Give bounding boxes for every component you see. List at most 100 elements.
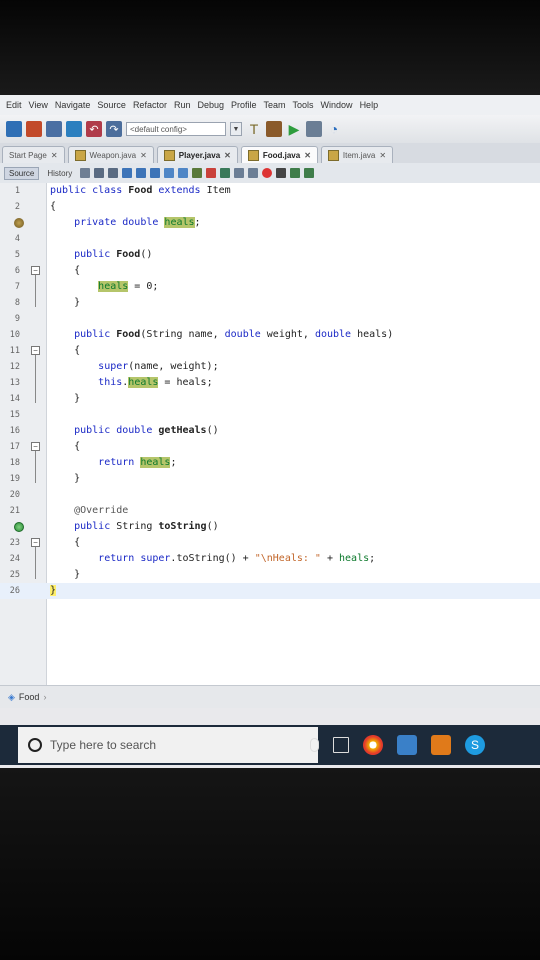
- menu-refactor[interactable]: Refactor: [133, 100, 167, 110]
- code-line: 14 }: [0, 391, 540, 407]
- tab-weapon-java[interactable]: Weapon.java ✕: [67, 146, 154, 163]
- code-line: 19 }: [0, 471, 540, 487]
- shift-right-icon[interactable]: [248, 168, 259, 178]
- run-icon[interactable]: ▶: [286, 121, 302, 137]
- skype-icon[interactable]: S: [465, 735, 485, 755]
- last-edit-icon[interactable]: [80, 168, 91, 178]
- menu-profile[interactable]: Profile: [231, 100, 257, 110]
- forward-icon[interactable]: [108, 168, 119, 178]
- menu-navigate[interactable]: Navigate: [55, 100, 91, 110]
- menu-help[interactable]: Help: [360, 100, 379, 110]
- line-number: 21: [9, 506, 20, 516]
- uncomment-icon[interactable]: [304, 168, 315, 178]
- close-icon[interactable]: ✕: [140, 151, 147, 160]
- redo-icon[interactable]: ↷: [106, 121, 122, 137]
- tab-food-java[interactable]: Food.java ✕: [240, 146, 318, 163]
- code-line: 6 − {: [0, 263, 540, 279]
- profile-icon[interactable]: ◔: [326, 121, 342, 137]
- line-number: 18: [9, 458, 20, 468]
- tab-start-page[interactable]: Start Page ✕: [2, 146, 65, 163]
- back-icon[interactable]: [94, 168, 105, 178]
- menu-run[interactable]: Run: [174, 100, 191, 110]
- find-next-icon[interactable]: [150, 168, 161, 178]
- taskbar-search[interactable]: Type here to search: [18, 727, 318, 763]
- code-line-current: 26 }: [0, 583, 540, 599]
- save-all-icon[interactable]: [66, 121, 82, 137]
- fold-toggle-icon[interactable]: −: [31, 346, 40, 355]
- editor-tabs: Start Page ✕ Weapon.java ✕ Player.java ✕…: [0, 143, 540, 163]
- code-line: 9: [0, 311, 540, 327]
- undo-icon[interactable]: ↶: [86, 121, 102, 137]
- history-view-button[interactable]: History: [43, 168, 76, 179]
- next-bookmark-icon[interactable]: [206, 168, 217, 178]
- tab-player-java[interactable]: Player.java ✕: [156, 146, 238, 163]
- line-number: 26: [9, 586, 20, 596]
- tab-label: Food.java: [262, 150, 301, 160]
- microphone-icon[interactable]: [310, 738, 319, 752]
- toggle-bookmark-icon[interactable]: [220, 168, 231, 178]
- stop-macro-icon[interactable]: [276, 168, 287, 178]
- code-text: }: [50, 585, 57, 596]
- new-project-icon[interactable]: [6, 121, 22, 137]
- menu-window[interactable]: Window: [321, 100, 353, 110]
- hammer-icon[interactable]: T: [246, 121, 262, 137]
- fold-toggle-icon[interactable]: −: [31, 266, 40, 275]
- class-icon: ◈: [8, 691, 15, 702]
- tab-item-java[interactable]: Item.java ✕: [320, 146, 394, 163]
- override-glyph-icon[interactable]: [14, 522, 24, 532]
- shift-left-icon[interactable]: [234, 168, 245, 178]
- line-number: 10: [9, 330, 20, 340]
- code-line: 8 }: [0, 295, 540, 311]
- code-text: public Food(String name, double weight, …: [74, 329, 394, 340]
- record-macro-icon[interactable]: [262, 168, 273, 178]
- menu-team[interactable]: Team: [264, 100, 286, 110]
- open-project-icon[interactable]: [46, 121, 62, 137]
- fold-toggle-icon[interactable]: −: [31, 442, 40, 451]
- code-line: 24 return super.toString() + "\nHeals: "…: [0, 551, 540, 567]
- line-number: 16: [9, 426, 20, 436]
- breadcrumb-item[interactable]: Food: [19, 692, 40, 702]
- close-icon[interactable]: ✕: [304, 151, 311, 160]
- cortana-icon[interactable]: [28, 738, 42, 752]
- code-line: 13 this.heals = heals;: [0, 375, 540, 391]
- menu-bar: Edit View Navigate Source Refactor Run D…: [0, 95, 540, 115]
- toggle-highlight-icon[interactable]: [164, 168, 175, 178]
- find-icon[interactable]: [122, 168, 133, 178]
- file-explorer-icon[interactable]: [397, 735, 417, 755]
- search-placeholder: Type here to search: [50, 738, 157, 752]
- menu-debug[interactable]: Debug: [197, 100, 224, 110]
- chevron-down-icon[interactable]: ▼: [230, 122, 242, 136]
- line-number: 6: [14, 266, 20, 276]
- new-file-icon[interactable]: [26, 121, 42, 137]
- debug-icon[interactable]: [306, 121, 322, 137]
- code-editor[interactable]: 1 public class Food extends Item 2 { pri…: [0, 183, 540, 703]
- menu-source[interactable]: Source: [97, 100, 126, 110]
- source-view-button[interactable]: Source: [4, 166, 40, 180]
- code-text: this.heals = heals;: [98, 377, 213, 388]
- menu-edit[interactable]: Edit: [6, 100, 22, 110]
- code-line: 17 − {: [0, 439, 540, 455]
- fold-toggle-icon[interactable]: −: [31, 538, 40, 547]
- line-number: 12: [9, 362, 20, 372]
- java-file-icon: [247, 149, 259, 161]
- close-icon[interactable]: ✕: [51, 151, 58, 160]
- clean-build-icon[interactable]: [266, 121, 282, 137]
- close-icon[interactable]: ✕: [224, 151, 231, 160]
- code-line: 11 − {: [0, 343, 540, 359]
- close-icon[interactable]: ✕: [379, 151, 386, 160]
- menu-view[interactable]: View: [29, 100, 48, 110]
- windows-taskbar: Type here to search S: [0, 725, 540, 765]
- code-text: {: [50, 345, 81, 356]
- prev-bookmark-icon[interactable]: [192, 168, 203, 178]
- find-previous-icon[interactable]: [136, 168, 147, 178]
- line-number: 20: [9, 490, 20, 500]
- comment-icon[interactable]: [290, 168, 301, 178]
- chrome-icon[interactable]: [363, 735, 383, 755]
- field-glyph-icon[interactable]: [14, 218, 24, 228]
- toggle-rect-select-icon[interactable]: [178, 168, 189, 178]
- config-select[interactable]: <default config>: [126, 122, 226, 136]
- store-icon[interactable]: [431, 735, 451, 755]
- menu-tools[interactable]: Tools: [293, 100, 314, 110]
- task-view-icon[interactable]: [333, 737, 349, 753]
- code-text: return super.toString() + "\nHeals: " + …: [98, 553, 376, 564]
